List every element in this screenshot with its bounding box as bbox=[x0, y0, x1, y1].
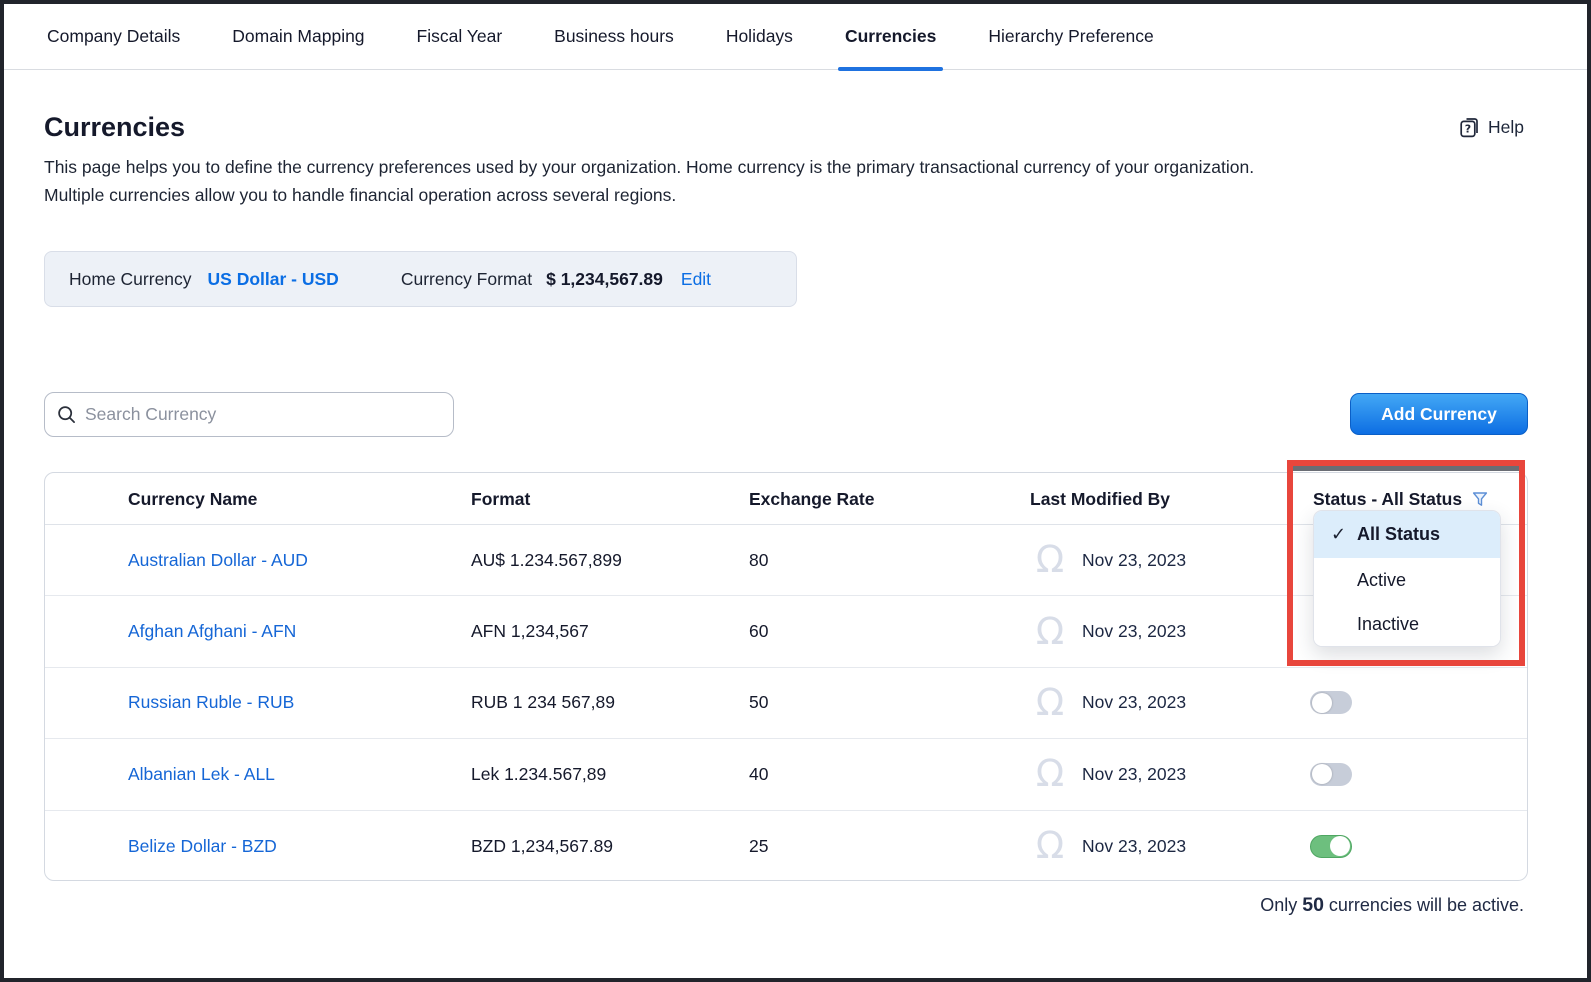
option-label: Active bbox=[1357, 570, 1406, 591]
tab-holidays[interactable]: Holidays bbox=[726, 4, 793, 69]
settings-tabbar: Company Details Domain Mapping Fiscal Ye… bbox=[4, 4, 1587, 70]
tab-domain-mapping[interactable]: Domain Mapping bbox=[232, 4, 364, 69]
format-value: BZD 1,234,567.89 bbox=[471, 811, 613, 882]
page-title: Currencies bbox=[44, 112, 185, 143]
tab-currencies[interactable]: Currencies bbox=[845, 4, 936, 69]
add-currency-button[interactable]: Add Currency bbox=[1350, 393, 1528, 435]
format-value: Lek 1.234.567,89 bbox=[471, 739, 606, 809]
modified-date: Nov 23, 2023 bbox=[1082, 621, 1186, 642]
dropdown-option-inactive[interactable]: ✓ Inactive bbox=[1314, 602, 1500, 646]
search-icon bbox=[57, 405, 76, 424]
annotation-top-shade bbox=[1293, 466, 1519, 471]
toggle-knob bbox=[1330, 836, 1350, 856]
table-row: Afghan Afghani - AFN AFN 1,234,567 60 Ω … bbox=[45, 596, 1527, 667]
status-toggle-on[interactable] bbox=[1310, 835, 1352, 858]
note-suffix: currencies will be active. bbox=[1324, 895, 1524, 915]
option-label: All Status bbox=[1357, 524, 1440, 545]
user-avatar-icon: Ω bbox=[1030, 826, 1070, 866]
status-toggle-off[interactable] bbox=[1310, 763, 1352, 786]
format-value: RUB 1 234 567,89 bbox=[471, 668, 615, 738]
help-doc-icon: ? bbox=[1458, 116, 1481, 139]
user-avatar-icon: Ω bbox=[1030, 683, 1070, 723]
tab-business-hours[interactable]: Business hours bbox=[554, 4, 674, 69]
modified-date: Nov 23, 2023 bbox=[1082, 550, 1186, 571]
note-count: 50 bbox=[1302, 894, 1324, 916]
table-row: Albanian Lek - ALL Lek 1.234.567,89 40 Ω… bbox=[45, 739, 1527, 810]
checkmark-icon: ✓ bbox=[1331, 524, 1357, 545]
user-avatar-icon: Ω bbox=[1030, 754, 1070, 794]
header-currency-name: Currency Name bbox=[128, 473, 257, 525]
currency-format-label: Currency Format bbox=[401, 269, 532, 290]
user-avatar-icon: Ω bbox=[1030, 612, 1070, 652]
status-filter-label: Status - All Status bbox=[1313, 489, 1462, 510]
currency-link[interactable]: Australian Dollar - AUD bbox=[128, 550, 308, 571]
currency-link[interactable]: Belize Dollar - BZD bbox=[128, 836, 277, 857]
filter-funnel-icon[interactable] bbox=[1471, 490, 1489, 508]
user-avatar-icon: Ω bbox=[1030, 540, 1070, 580]
active-currency-note: Only 50 currencies will be active. bbox=[1260, 894, 1524, 917]
header-format: Format bbox=[471, 473, 530, 525]
tab-company-details[interactable]: Company Details bbox=[47, 4, 180, 69]
header-last-modified: Last Modified By bbox=[1030, 473, 1170, 525]
option-label: Inactive bbox=[1357, 614, 1419, 635]
modified-date: Nov 23, 2023 bbox=[1082, 836, 1186, 857]
header-exchange-rate: Exchange Rate bbox=[749, 473, 874, 525]
currency-link[interactable]: Albanian Lek - ALL bbox=[128, 764, 275, 785]
tab-hierarchy-preference[interactable]: Hierarchy Preference bbox=[988, 4, 1153, 69]
edit-format-link[interactable]: Edit bbox=[681, 269, 711, 290]
help-label: Help bbox=[1488, 117, 1524, 138]
toggle-knob bbox=[1312, 693, 1332, 713]
format-value: AU$ 1.234.567,899 bbox=[471, 525, 622, 595]
home-currency-label: Home Currency bbox=[69, 269, 192, 290]
currency-link[interactable]: Afghan Afghani - AFN bbox=[128, 621, 296, 642]
exchange-rate-value: 60 bbox=[749, 596, 768, 666]
status-toggle-off[interactable] bbox=[1310, 691, 1352, 714]
home-currency-value[interactable]: US Dollar - USD bbox=[208, 269, 339, 290]
settings-window: Company Details Domain Mapping Fiscal Ye… bbox=[0, 0, 1591, 982]
dropdown-option-active[interactable]: ✓ Active bbox=[1314, 558, 1500, 602]
modified-date: Nov 23, 2023 bbox=[1082, 764, 1186, 785]
table-header-row: Currency Name Format Exchange Rate Last … bbox=[45, 473, 1527, 525]
modified-date: Nov 23, 2023 bbox=[1082, 692, 1186, 713]
help-link[interactable]: ? Help bbox=[1458, 116, 1524, 139]
search-currency-box bbox=[44, 392, 454, 437]
currency-table: Currency Name Format Exchange Rate Last … bbox=[44, 472, 1528, 881]
page-description: This page helps you to define the curren… bbox=[44, 154, 1306, 209]
toggle-knob bbox=[1312, 764, 1332, 784]
table-row: Russian Ruble - RUB RUB 1 234 567,89 50 … bbox=[45, 668, 1527, 739]
exchange-rate-value: 80 bbox=[749, 525, 768, 595]
dropdown-option-all-status[interactable]: ✓ All Status bbox=[1314, 511, 1500, 558]
exchange-rate-value: 25 bbox=[749, 811, 768, 882]
format-value: AFN 1,234,567 bbox=[471, 596, 589, 666]
note-prefix: Only bbox=[1260, 895, 1302, 915]
exchange-rate-value: 50 bbox=[749, 668, 768, 738]
status-filter-dropdown: ✓ All Status ✓ Active ✓ Inactive bbox=[1313, 510, 1501, 647]
currency-format-value: $ 1,234,567.89 bbox=[546, 269, 663, 290]
currency-link[interactable]: Russian Ruble - RUB bbox=[128, 692, 294, 713]
exchange-rate-value: 40 bbox=[749, 739, 768, 809]
table-row: Belize Dollar - BZD BZD 1,234,567.89 25 … bbox=[45, 811, 1527, 882]
svg-text:?: ? bbox=[1465, 123, 1471, 136]
home-currency-bar: Home Currency US Dollar - USD Currency F… bbox=[44, 251, 797, 307]
search-currency-input[interactable] bbox=[85, 404, 441, 425]
tab-fiscal-year[interactable]: Fiscal Year bbox=[417, 4, 503, 69]
table-row: Australian Dollar - AUD AU$ 1.234.567,89… bbox=[45, 525, 1527, 596]
